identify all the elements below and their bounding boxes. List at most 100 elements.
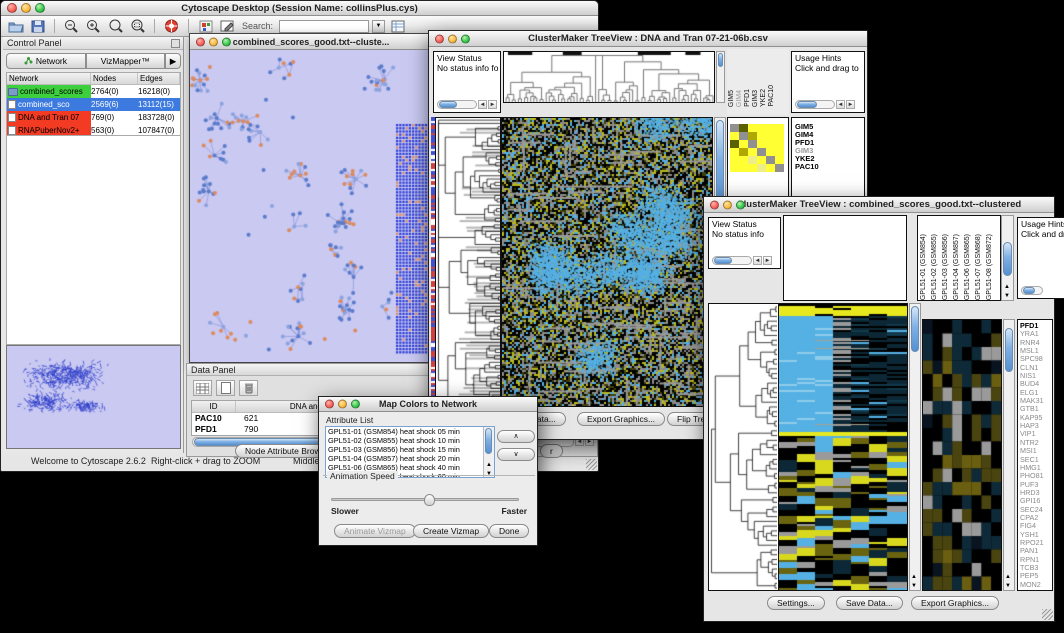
tv2-zoom-heatmap[interactable] [923,320,1001,590]
zoom-window-icon[interactable] [222,37,231,46]
scroll-left-icon[interactable]: ◄ [753,256,762,265]
attribute-browser-button-fragment[interactable]: r [540,444,563,458]
tv1-heatmap[interactable] [502,118,712,406]
tv2-column-dendrogram-panel[interactable] [783,215,907,301]
attribute-grid-icon[interactable] [193,380,212,396]
annotation-icon[interactable] [218,18,237,35]
column-header[interactable]: Edges [138,73,180,84]
minimize-icon[interactable] [338,400,347,409]
close-icon[interactable] [196,37,205,46]
animation-speed-slider[interactable] [331,498,519,501]
scroll-right-icon[interactable]: ► [846,100,855,109]
network-table-row[interactable]: combined_scores2764(0)16218(0) [7,85,180,98]
scroll-right-icon[interactable]: ► [488,100,497,109]
tv2-export-graphics----button[interactable]: Export Graphics... [911,596,999,610]
zoom-window-icon[interactable] [461,34,470,43]
vizmapper-icon[interactable] [196,18,215,35]
minimize-icon[interactable] [448,34,457,43]
attribute-list-item[interactable]: GPL51-02 (GSM855) heat shock 10 min [326,436,494,445]
treeview2-titlebar[interactable]: ClusterMaker TreeView : combined_scores_… [704,197,1054,213]
dialog-titlebar[interactable]: Map Colors to Network [319,397,537,412]
help-ring-icon[interactable] [162,18,181,35]
network-view-canvas[interactable] [190,50,432,362]
zoom-out-icon[interactable] [62,18,81,35]
vscroll-thumb[interactable] [911,306,919,352]
dialog-done-button[interactable]: Done [489,524,529,538]
zoom-in-icon[interactable] [84,18,103,35]
tv2-heatmap[interactable] [779,304,907,590]
attribute-list-item[interactable]: GPL51-01 (GSM854) heat shock 05 min [326,427,494,436]
slider-thumb[interactable] [424,494,435,506]
scroll-up-icon[interactable]: ▲ [1004,284,1010,290]
network-table-row[interactable]: DNA and Tran 07769(0)183728(0) [7,111,180,124]
tv2-status-scrollbar[interactable]: ◄ ► [712,255,772,266]
dialog-create-vizmap-button[interactable]: Create Vizmap [413,524,489,538]
save-icon[interactable] [28,18,47,35]
delete-attribute-icon[interactable] [239,380,258,396]
scroll-left-icon[interactable]: ◄ [836,100,845,109]
tv1-export-graphics----button[interactable]: Export Graphics... [577,412,665,426]
tv1-usage-scrollbar[interactable]: ◄ ► [795,99,855,110]
tv1-column-dendrogram[interactable] [504,52,714,102]
tab-overflow-arrow[interactable]: ▶ [165,53,181,69]
scroll-up-icon[interactable]: ▲ [1005,574,1011,580]
scroll-left-icon[interactable]: ◄ [478,100,487,109]
move-up-button[interactable]: ∧ [497,430,535,443]
search-input[interactable] [279,20,369,33]
attribute-list-item[interactable]: GPL51-03 (GSM856) heat shock 15 min [326,445,494,454]
zoom-window-icon[interactable] [35,3,45,13]
tv2-settings----button[interactable]: Settings... [767,596,825,610]
tv1-row-dendrogram[interactable] [436,118,500,406]
move-down-button[interactable]: ∨ [497,448,535,461]
scroll-up-icon[interactable]: ▲ [911,574,917,580]
tv2-zoom-vscrollbar[interactable]: ▲ ▼ [1003,319,1015,591]
close-icon[interactable] [325,400,334,409]
tv2-gene-list[interactable]: PFD1YRA1RNR4MSL1SPC98CLN1NIS1BUD4ELG1MAK… [1020,322,1044,589]
scroll-right-icon[interactable]: ► [763,256,772,265]
column-header-id[interactable]: ID [192,401,236,412]
minimize-icon[interactable] [21,3,31,13]
column-header[interactable]: Network [7,73,91,84]
attribute-list-item[interactable]: GPL51-04 (GSM857) heat shock 20 min [326,454,494,463]
close-icon[interactable] [710,200,719,209]
tv1-status-scrollbar[interactable]: ◄ ► [437,99,497,110]
zoom-window-icon[interactable] [351,400,360,409]
dialog-animate-vizmap-button[interactable]: Animate Vizmap [334,524,416,538]
tv2-save-data----button[interactable]: Save Data... [836,596,903,610]
scroll-down-icon[interactable]: ▼ [1005,583,1011,589]
gene-label[interactable]: MON2 [1020,581,1044,589]
network-tree-area[interactable] [6,135,181,345]
scroll-down-icon[interactable]: ▼ [911,583,917,589]
tv2-row-dendrogram[interactable] [709,304,777,590]
float-panel-icon[interactable] [171,39,180,48]
scroll-down-icon[interactable]: ▼ [1004,293,1010,299]
zoom-selected-icon[interactable] [106,18,125,35]
vscroll-thumb[interactable] [716,120,724,208]
tv2-labels-vscrollbar[interactable]: ▲ ▼ [1001,215,1014,301]
network-table-row[interactable]: combined_sco2569(6)13112(15) [7,98,180,111]
tv2-heatmap-vscrollbar[interactable]: ▲ ▼ [909,303,921,591]
resize-grip[interactable] [1042,609,1053,620]
close-icon[interactable] [7,3,17,13]
tab-network[interactable]: Network [6,53,86,69]
attribute-list-vscrollbar[interactable]: ▲ ▼ [483,427,494,477]
resize-grip[interactable] [586,459,597,470]
tv1-zoom-heatmap[interactable] [730,124,784,172]
vscroll-thumb[interactable] [1003,242,1012,276]
tv2-usage-scrollbar[interactable] [1021,285,1043,296]
vscroll-thumb[interactable] [1005,328,1013,372]
open-folder-icon[interactable] [6,18,25,35]
column-header[interactable]: Nodes [91,73,138,84]
main-titlebar[interactable]: Cytoscape Desktop (Session Name: collins… [1,1,598,16]
new-attribute-icon[interactable] [216,380,235,396]
scroll-up-icon[interactable]: ▲ [486,462,492,468]
search-dropdown-icon[interactable]: ▼ [372,20,385,33]
vscroll-thumb[interactable] [485,428,492,454]
gene-label[interactable]: PAC10 [795,163,819,171]
zoom-fit-icon[interactable] [128,18,147,35]
minimize-icon[interactable] [209,37,218,46]
report-icon[interactable] [388,18,407,35]
zoom-window-icon[interactable] [736,200,745,209]
treeview1-titlebar[interactable]: ClusterMaker TreeView : DNA and Tran 07-… [429,31,867,47]
tab-vizmapper[interactable]: VizMapper™ [86,53,166,69]
